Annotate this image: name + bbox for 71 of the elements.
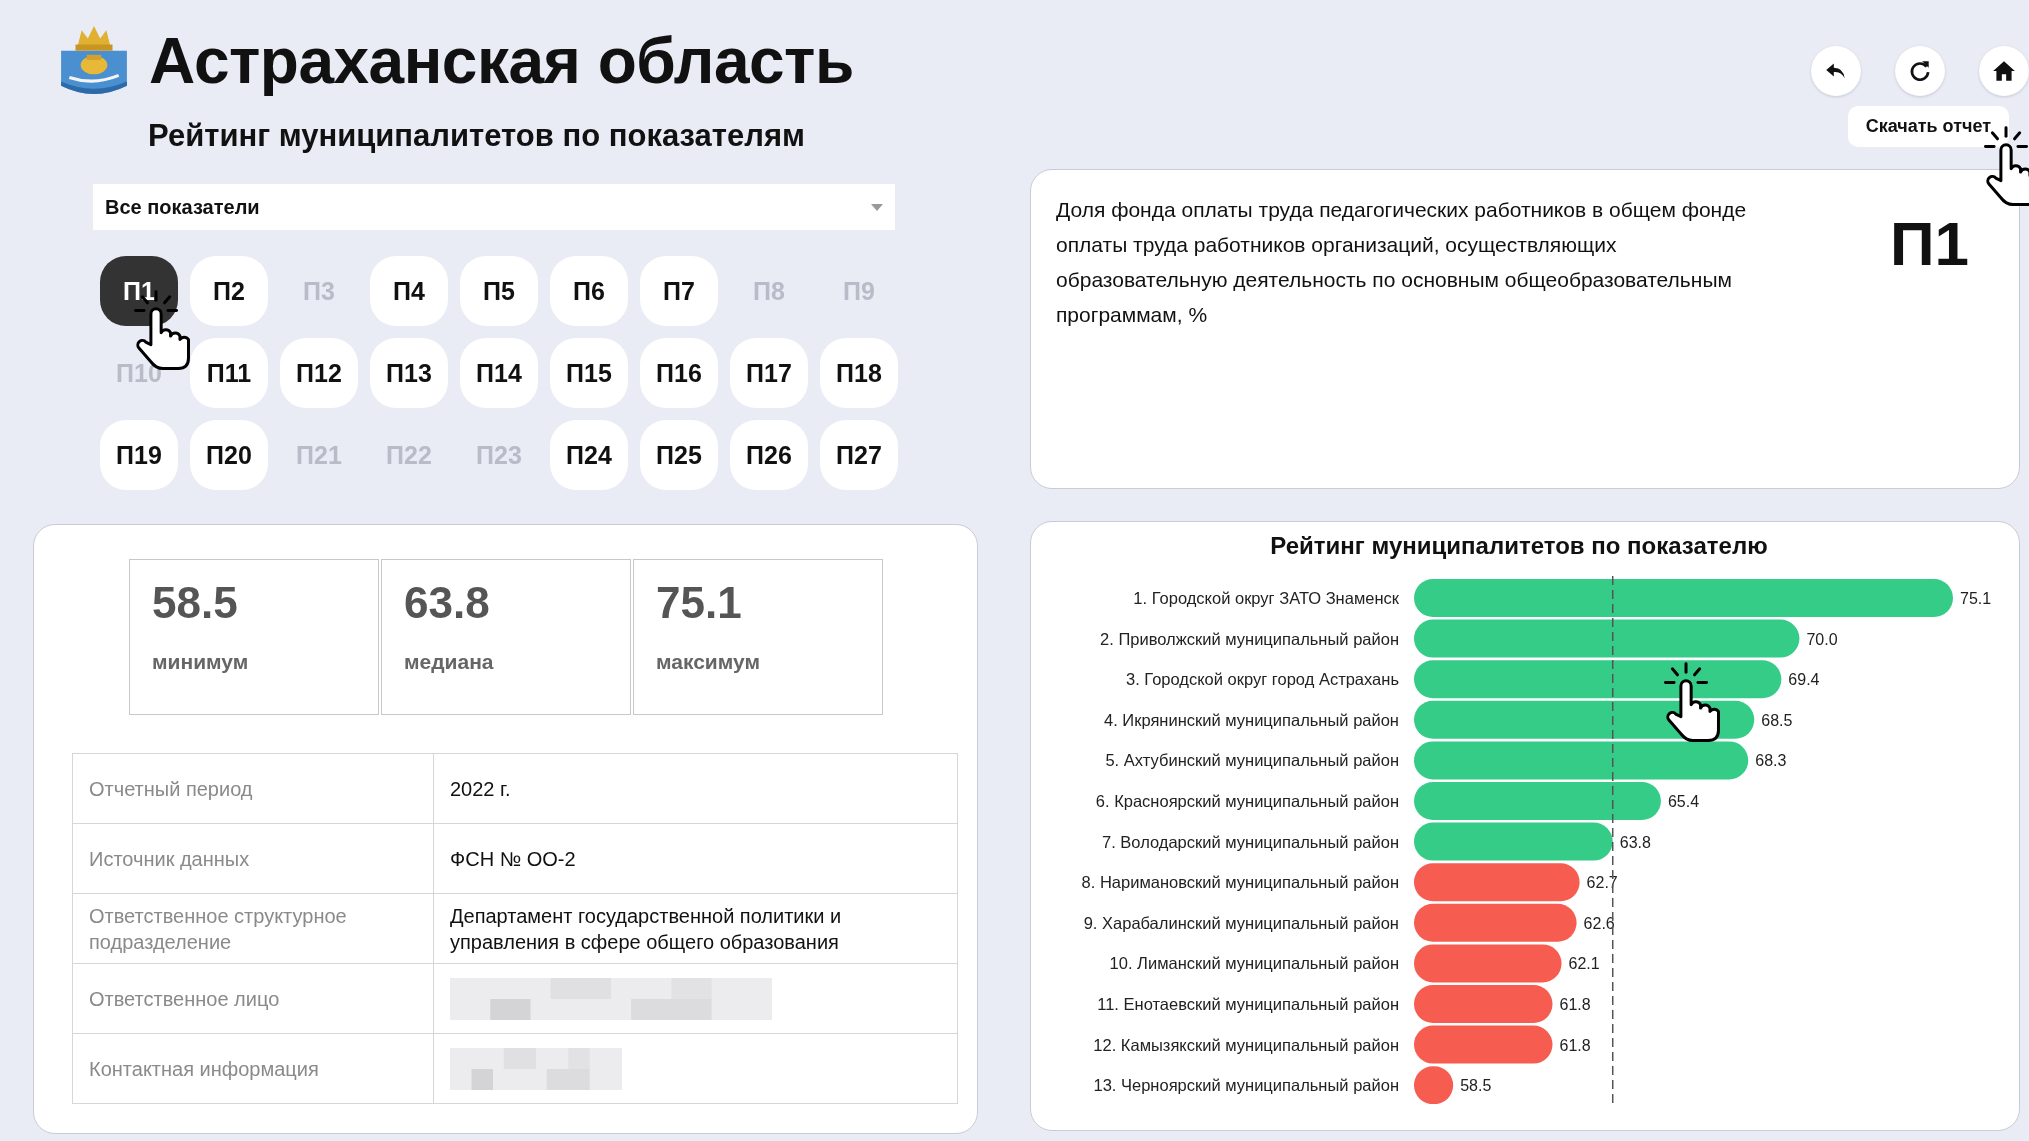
value-label: 62.6 xyxy=(1583,914,1615,932)
back-button[interactable] xyxy=(1811,46,1861,96)
table-cell: Департамент государственной политики и управления в сфере общего образования xyxy=(433,893,958,964)
value-label: 69.4 xyxy=(1788,671,1820,689)
indicator-button[interactable]: П12 xyxy=(280,338,358,408)
stat-value: 75.1 xyxy=(656,578,743,628)
value-label: 61.8 xyxy=(1559,996,1591,1013)
category-label: 10. Лиманский муниципальный район xyxy=(1109,954,1399,973)
indicator-dropdown[interactable]: Все показатели xyxy=(93,184,895,230)
value-label: 75.1 xyxy=(1960,590,1992,607)
hand-cursor-icon xyxy=(1662,662,1722,744)
indicator-button[interactable]: П25 xyxy=(640,420,718,490)
category-label: 8. Наримановский муниципальный район xyxy=(1081,873,1399,892)
category-label: 12. Камызякский муниципальный район xyxy=(1093,1035,1399,1054)
category-label: 3. Городской округ город Астрахань xyxy=(1126,670,1399,689)
table-cell: Источник данных xyxy=(72,823,434,894)
indicator-button[interactable]: П6 xyxy=(550,256,628,326)
indicator-button[interactable]: П5 xyxy=(460,256,538,326)
table-cell: ФСН № ОО-2 xyxy=(433,823,958,894)
table-cell: Отчетный период xyxy=(72,753,434,824)
category-label: 4. Икрянинский муниципальный район xyxy=(1103,710,1399,729)
indicator-button[interactable]: П16 xyxy=(640,338,718,408)
home-button[interactable] xyxy=(1979,46,2029,96)
category-label: 5. Ахтубинский муниципальный район xyxy=(1105,751,1399,770)
value-label: 61.8 xyxy=(1559,1036,1591,1054)
category-label: 6. Красноярский муниципальный район xyxy=(1095,792,1399,810)
table-cell: Ответственное структурное подразделение xyxy=(72,893,434,964)
table-cell: Контактная информация xyxy=(72,1033,434,1104)
stat-value: 58.5 xyxy=(152,578,239,628)
page-subtitle: Рейтинг муниципалитетов по показателям xyxy=(148,118,806,154)
indicator-button[interactable]: П11 xyxy=(190,338,268,408)
indicator-button[interactable]: П13 xyxy=(370,338,448,408)
category-label: 2. Приволжский муниципальный район xyxy=(1100,629,1399,648)
dropdown-caret-icon xyxy=(871,203,883,211)
category-label: 13. Черноярский муниципальный район xyxy=(1093,1076,1399,1095)
indicator-button[interactable]: П14 xyxy=(460,338,538,408)
indicator-button[interactable]: П2 xyxy=(190,256,268,326)
value-label: 70.0 xyxy=(1806,630,1838,648)
value-label: 63.8 xyxy=(1619,833,1651,851)
download-tooltip: Скачать отчет xyxy=(1847,106,2009,147)
value-label: 62.1 xyxy=(1568,955,1600,973)
stat-label: максимум xyxy=(656,650,761,674)
value-label: 65.4 xyxy=(1667,793,1700,810)
category-label: 1. Городской округ ЗАТО Знаменск xyxy=(1133,589,1399,607)
value-label: 68.5 xyxy=(1761,711,1793,729)
chart-title: Рейтинг муниципалитетов по показателю xyxy=(1269,532,1769,560)
indicator-button[interactable]: П20 xyxy=(190,420,268,490)
indicator-button[interactable]: П1 xyxy=(100,256,178,326)
table-cell: Ответственное лицо xyxy=(72,963,434,1034)
indicator-button[interactable]: П7 xyxy=(640,256,718,326)
stat-label: минимум xyxy=(152,650,250,674)
indicator-code: П1 xyxy=(1889,208,1969,280)
indicator-button[interactable]: П26 xyxy=(730,420,808,490)
page-title: Астраханская область xyxy=(149,24,854,98)
indicator-button[interactable]: П27 xyxy=(820,420,898,490)
indicator-button[interactable]: П4 xyxy=(370,256,448,326)
indicator-description: Доля фонда оплаты труда педагогических работников в общем фонде оплаты труда работников организаций, осуществляющих образовательную деятельность по основным общеобразовательным программам, % xyxy=(1056,197,1748,328)
value-label: 58.5 xyxy=(1460,1077,1492,1095)
indicator-button[interactable]: П19 xyxy=(100,420,178,490)
stat-label: медиана xyxy=(404,650,495,674)
indicator-button[interactable]: П15 xyxy=(550,338,628,408)
indicator-button[interactable]: П17 xyxy=(730,338,808,408)
category-label: 7. Володарский муниципальный район xyxy=(1102,832,1399,851)
value-label: 68.3 xyxy=(1755,752,1787,770)
indicator-button[interactable]: П18 xyxy=(820,338,898,408)
category-label: 11. Енотаевский муниципальный район xyxy=(1097,995,1399,1013)
refresh-button[interactable] xyxy=(1895,46,1945,96)
stat-value: 63.8 xyxy=(404,578,491,628)
table-cell: 2022 г. xyxy=(433,753,958,824)
indicator-button[interactable]: П24 xyxy=(550,420,628,490)
category-label: 9. Харабалинский муниципальный район xyxy=(1083,913,1399,932)
